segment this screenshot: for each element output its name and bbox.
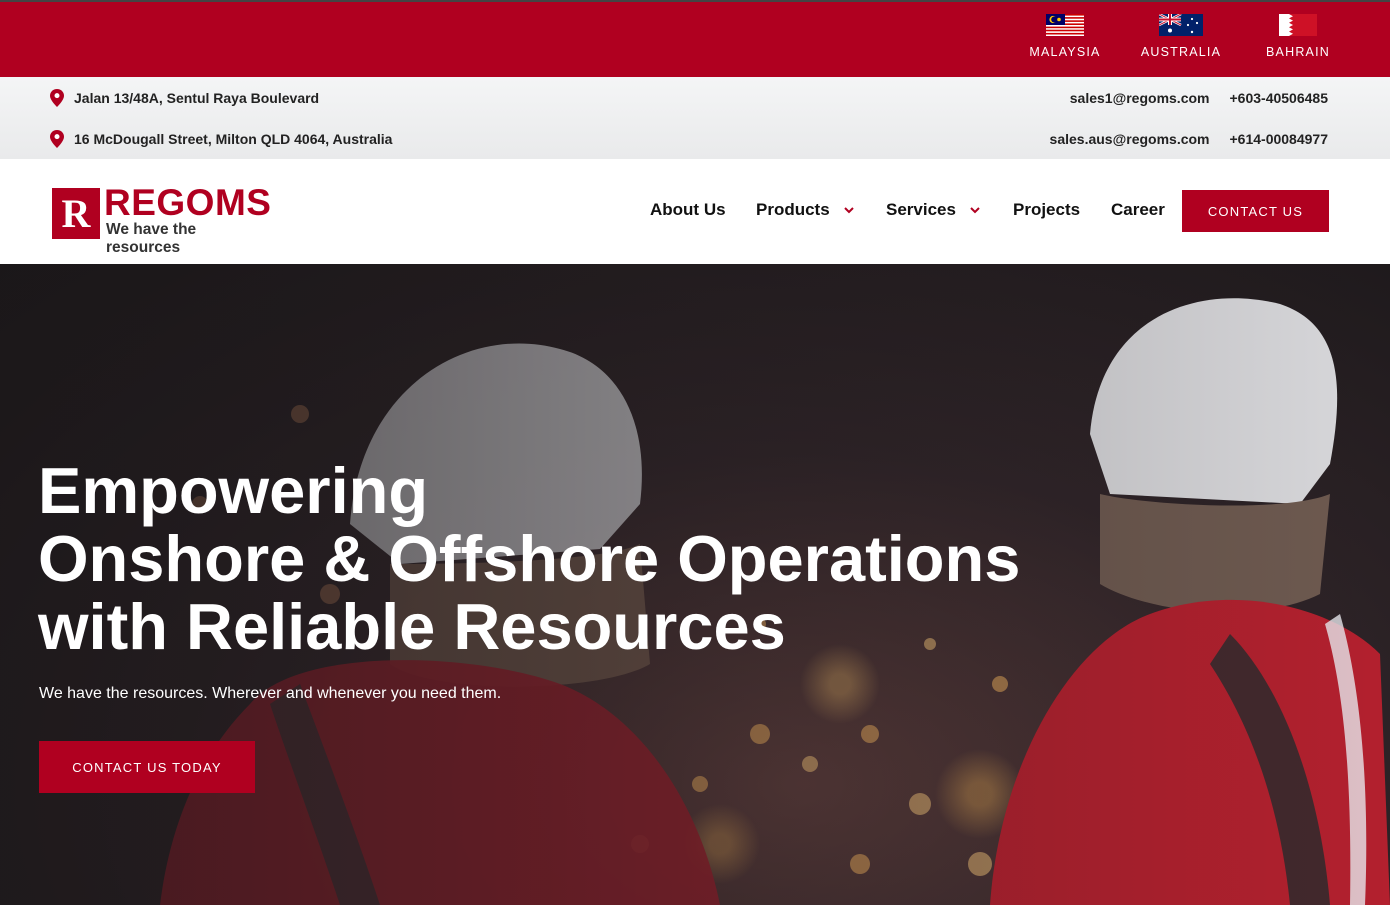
hero-subtitle: We have the resources. Wherever and when… bbox=[39, 685, 502, 702]
chevron-down-icon bbox=[843, 206, 854, 213]
nav-about-us[interactable]: About Us bbox=[650, 200, 726, 220]
contact-us-button[interactable]: CONTACT US bbox=[1182, 190, 1329, 232]
contact-us-today-button[interactable]: CONTACT US TODAY bbox=[39, 741, 255, 793]
logo-tagline: We have the resources bbox=[106, 221, 197, 256]
phone-link[interactable]: +603-40506485 bbox=[1230, 90, 1329, 106]
australia-flag-icon bbox=[1159, 14, 1203, 36]
phone-link[interactable]: +614-00084977 bbox=[1230, 131, 1329, 147]
country-label: BAHRAIN bbox=[1266, 45, 1330, 59]
country-bahrain[interactable]: BAHRAIN bbox=[1243, 14, 1353, 59]
email-link[interactable]: sales1@regoms.com bbox=[1070, 90, 1210, 106]
nav-label: Services bbox=[886, 200, 956, 219]
map-pin-icon bbox=[50, 89, 64, 107]
contact-info-bar: Jalan 13/48A, Sentul Raya Boulevard 16 M… bbox=[0, 77, 1390, 159]
hero-title-line: with Reliable Resources bbox=[38, 590, 786, 663]
address-australia: 16 McDougall Street, Milton QLD 4064, Au… bbox=[50, 130, 392, 148]
hero-section: Empowering Onshore & Offshore Operations… bbox=[0, 264, 1390, 905]
map-pin-icon bbox=[50, 130, 64, 148]
regoms-logo[interactable]: R REGOMS We have the resources bbox=[52, 182, 271, 256]
nav-label: Career bbox=[1111, 200, 1165, 219]
email-link[interactable]: sales.aus@regoms.com bbox=[1050, 131, 1210, 147]
contact-australia: sales.aus@regoms.com +614-00084977 bbox=[1050, 131, 1328, 147]
nav-career[interactable]: Career bbox=[1111, 200, 1165, 220]
hero-title-line: Empowering bbox=[38, 454, 429, 527]
contact-malaysia: sales1@regoms.com +603-40506485 bbox=[1070, 90, 1328, 106]
address-malaysia: Jalan 13/48A, Sentul Raya Boulevard bbox=[50, 89, 319, 107]
main-navbar: R REGOMS We have the resources About Us … bbox=[0, 159, 1390, 264]
nav-projects[interactable]: Projects bbox=[1013, 200, 1080, 220]
nav-label: Projects bbox=[1013, 200, 1081, 219]
nav-products[interactable]: Products bbox=[756, 200, 854, 220]
nav-services[interactable]: Services bbox=[886, 200, 980, 220]
logo-wordmark: REGOMS bbox=[104, 182, 272, 223]
nav-label: Products bbox=[756, 200, 830, 219]
country-label: MALAYSIA bbox=[1029, 45, 1101, 59]
chevron-down-icon bbox=[970, 206, 980, 213]
bahrain-flag-icon bbox=[1279, 14, 1317, 36]
country-bar: MALAYSIA AUSTRALIA BAHRAIN bbox=[0, 0, 1390, 77]
address-text: Jalan 13/48A, Sentul Raya Boulevard bbox=[74, 90, 320, 106]
country-australia[interactable]: AUSTRALIA bbox=[1126, 14, 1236, 59]
nav-label: About Us bbox=[650, 200, 726, 219]
logo-letter: R bbox=[52, 188, 100, 239]
address-text: 16 McDougall Street, Milton QLD 4064, Au… bbox=[74, 131, 393, 147]
hero-title-line: Onshore & Offshore Operations bbox=[38, 522, 1021, 595]
malaysia-flag-icon bbox=[1046, 14, 1084, 36]
country-label: AUSTRALIA bbox=[1140, 45, 1222, 59]
hero-title: Empowering Onshore & Offshore Operations… bbox=[38, 457, 1020, 661]
country-malaysia[interactable]: MALAYSIA bbox=[1010, 14, 1120, 59]
